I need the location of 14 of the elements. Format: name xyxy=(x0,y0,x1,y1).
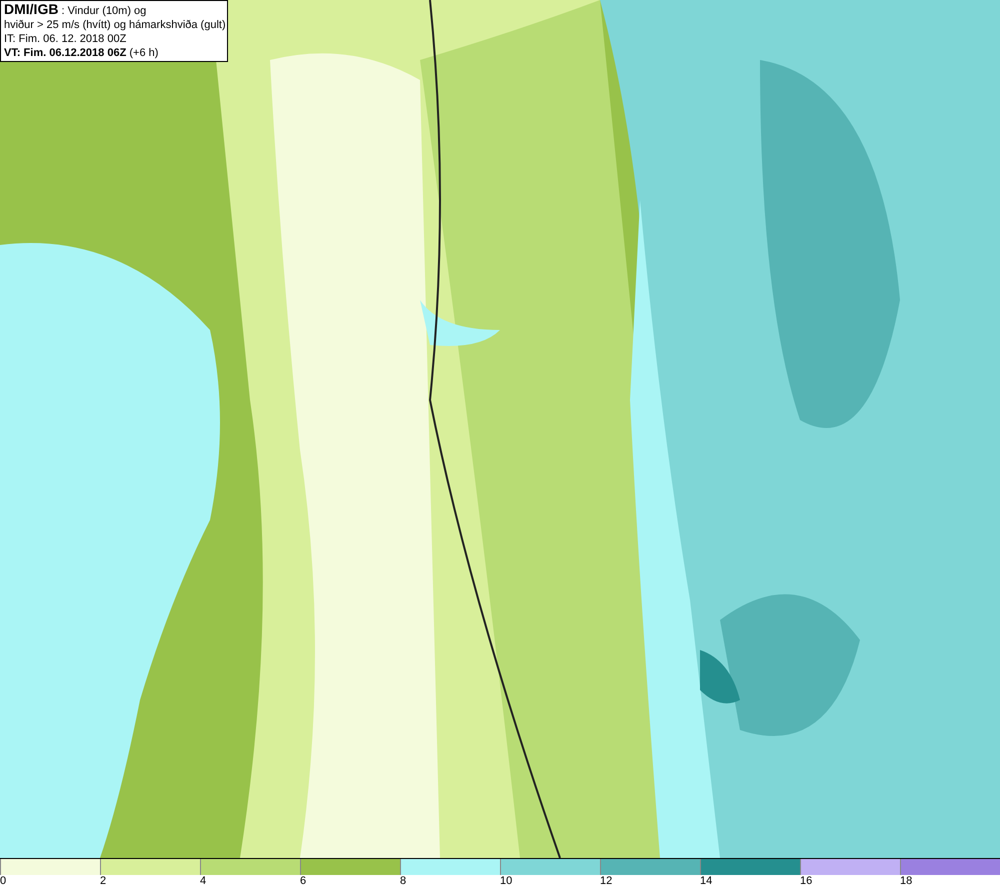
legend-label: 0 xyxy=(0,875,6,887)
title-line: hviður > 25 m/s (hvítt) og hámarkshviða (gult) xyxy=(4,18,224,32)
legend-label: 4 xyxy=(200,875,206,887)
legend-label: 2 xyxy=(100,875,106,887)
title-line: VT: Fim. 06.12.2018 06Z (+6 h) xyxy=(4,46,160,60)
legend-label: 14 xyxy=(700,875,712,887)
legend-label: 18 xyxy=(900,875,912,887)
title-line: DMI/IGB : Vindur (10m) og xyxy=(4,2,148,18)
legend-label: 10 xyxy=(500,875,512,887)
legend-label: 16 xyxy=(800,875,812,887)
title-line: IT: Fim. 06. 12. 2018 00Z xyxy=(4,32,128,46)
legend-label: 6 xyxy=(300,875,306,887)
legend-label: 12 xyxy=(600,875,612,887)
legend-label: 8 xyxy=(400,875,406,887)
